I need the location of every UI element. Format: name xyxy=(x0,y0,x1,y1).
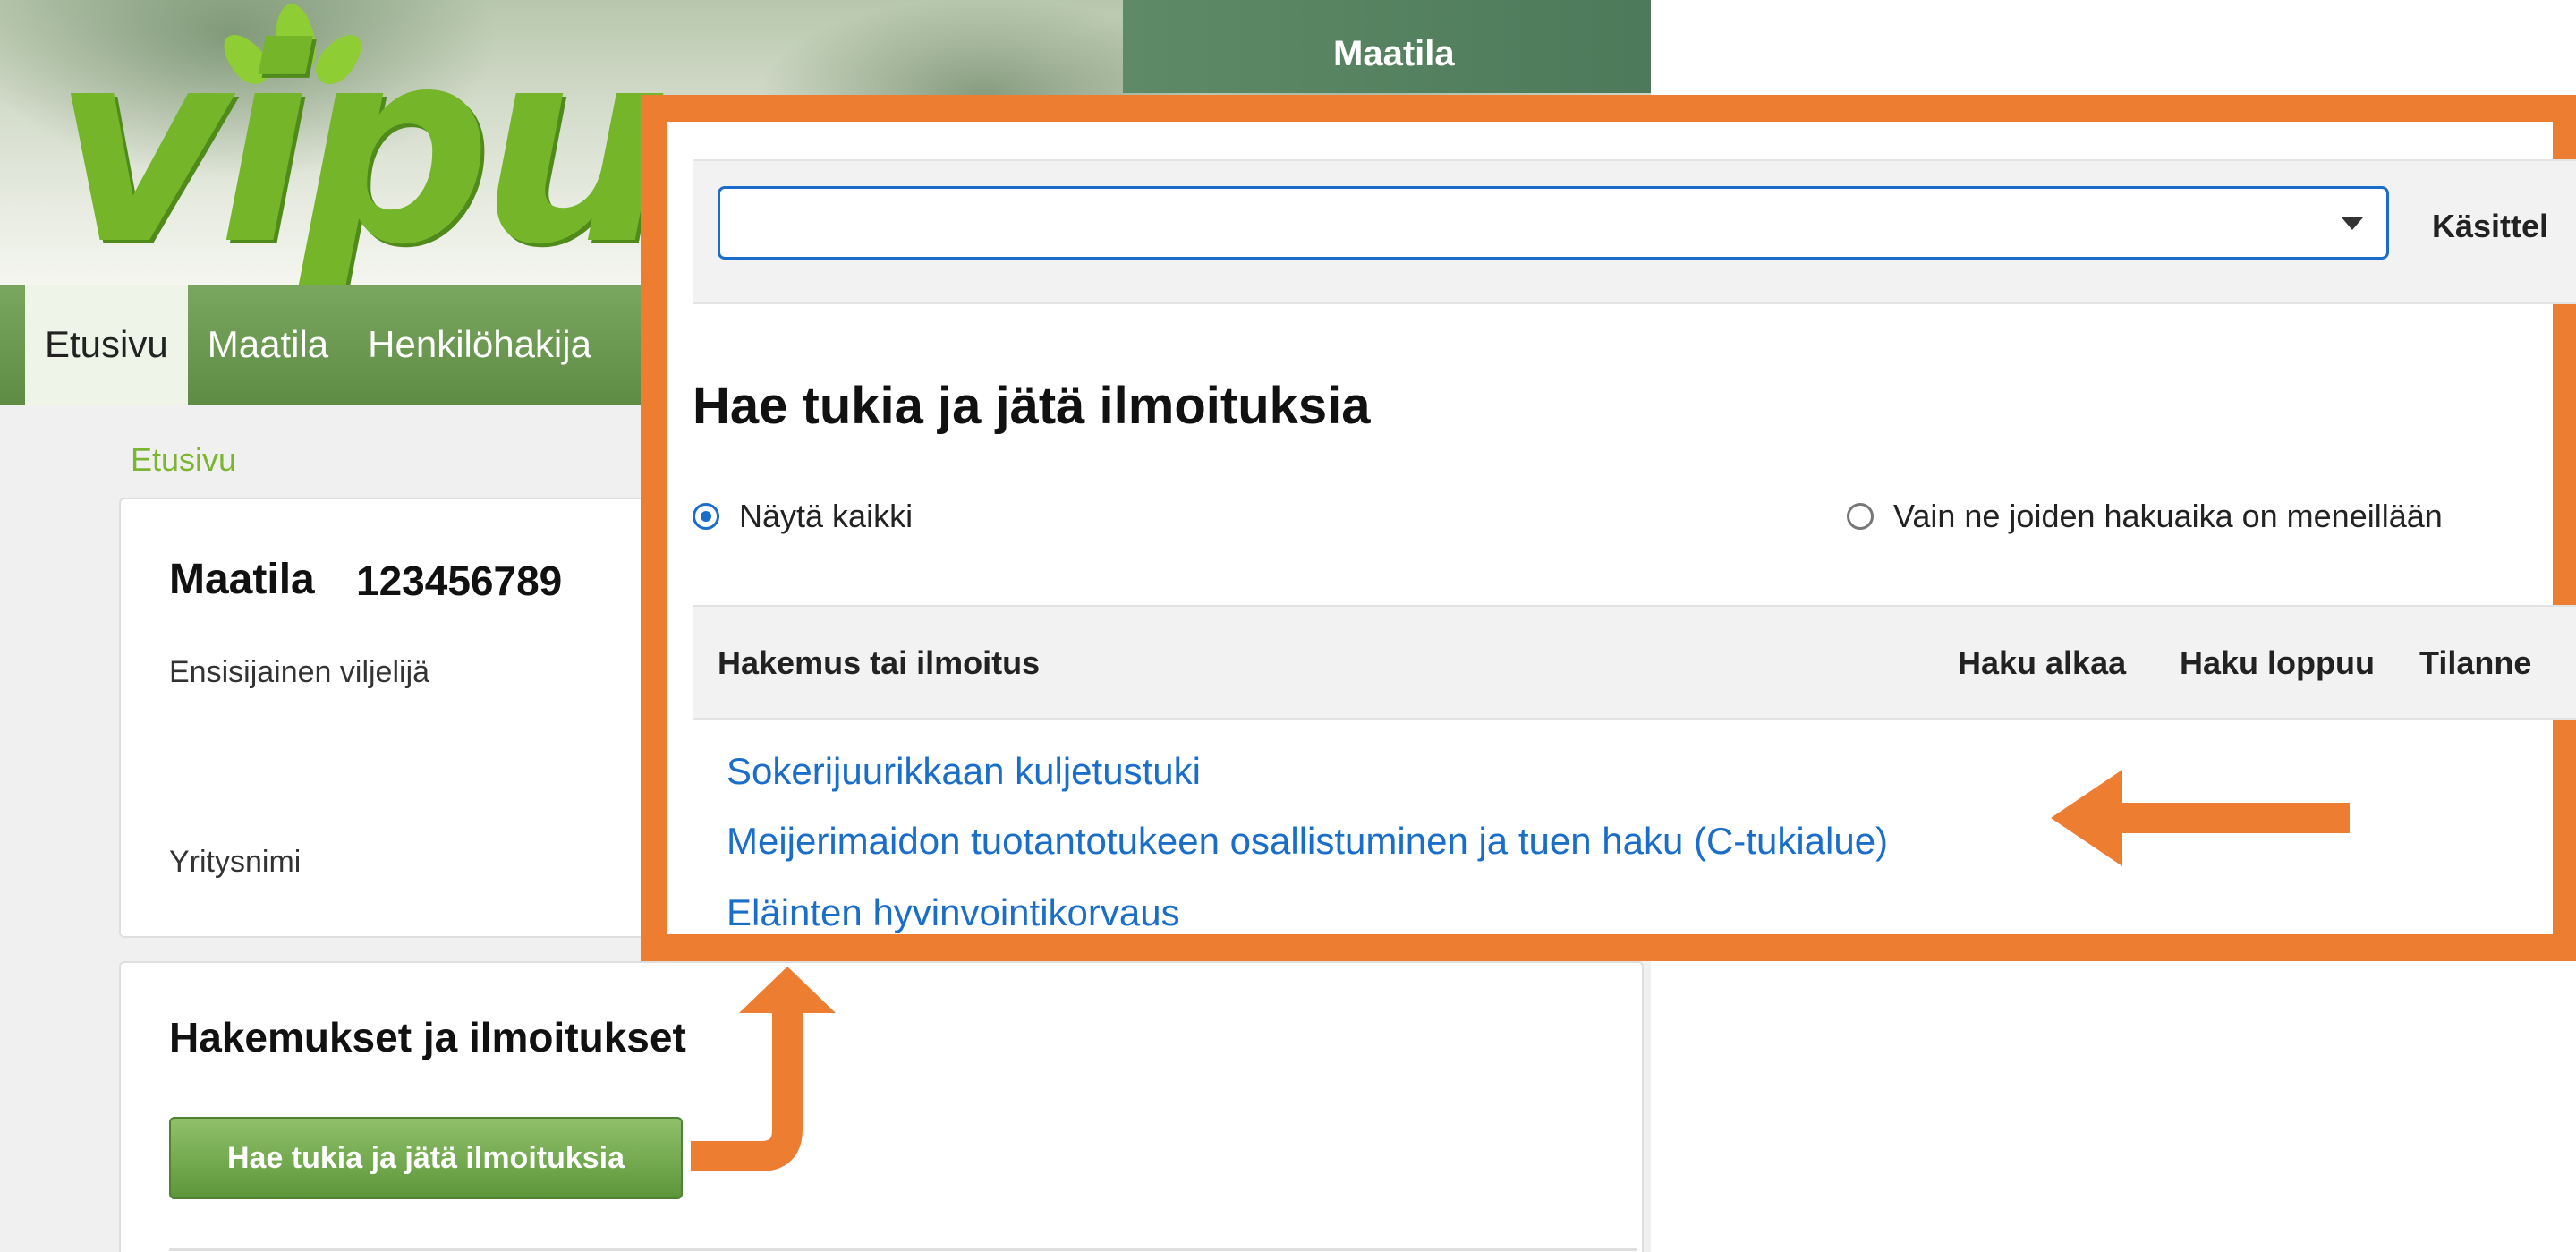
table-header: Hakemus tai ilmoitus Haku alkaa Haku lop… xyxy=(693,605,2576,720)
application-link[interactable]: Eläinten hyvinvointikorvaus xyxy=(727,891,1180,934)
application-link[interactable]: Sokerijuurikkaan kuljetustuki xyxy=(727,750,1201,793)
radio-open-only[interactable] xyxy=(1847,503,1874,530)
column-header-start[interactable]: Haku alkaa xyxy=(1958,644,2126,682)
application-type-select[interactable] xyxy=(718,186,2389,260)
chevron-down-icon[interactable] xyxy=(2342,217,2363,230)
application-link[interactable]: Meijerimaidon tuotantotukeen osallistumi… xyxy=(727,820,1888,863)
breadcrumb[interactable]: Etusivu xyxy=(131,441,236,479)
nav-item-etusivu[interactable]: Etusivu xyxy=(25,285,188,405)
filter-open-only[interactable]: Vain ne joiden hakuaika on meneillään xyxy=(1847,498,2443,535)
nav-item-henkilohakija[interactable]: Henkilöhakija xyxy=(348,285,611,405)
column-header-status[interactable]: Tilanne xyxy=(2419,644,2531,682)
nav-item-maatila[interactable]: Maatila xyxy=(188,285,348,405)
handling-label: Käsittel xyxy=(2432,208,2549,244)
farm-title: Maatila xyxy=(169,556,315,603)
logo-text: vipu xyxy=(54,0,672,303)
radio-label: Näytä kaikki xyxy=(739,498,914,534)
farm-id: 123456789 xyxy=(356,558,563,604)
apply-support-button[interactable]: Hae tukia ja jätä ilmoituksia xyxy=(169,1117,683,1199)
filter-bar: Käsittel xyxy=(693,159,2576,304)
filter-show-all[interactable]: Näytä kaikki xyxy=(693,498,913,535)
applications-title: Hakemukset ja ilmoitukset xyxy=(169,1014,686,1060)
applications-card: Hakemukset ja ilmoitukset Hae tukia ja j… xyxy=(119,961,1644,1252)
table-divider xyxy=(169,1248,1637,1251)
column-header-application[interactable]: Hakemus tai ilmoitus xyxy=(718,644,1040,682)
company-name-label: Yritysnimi xyxy=(169,845,302,879)
radio-label: Vain ne joiden hakuaika on meneillään xyxy=(1893,498,2443,534)
header-section-label: Maatila xyxy=(1333,34,1455,73)
column-header-end[interactable]: Haku loppuu xyxy=(2180,644,2375,682)
vipu-logo[interactable]: vipu xyxy=(54,0,672,303)
primary-farmer-label: Ensisijainen viljelijä xyxy=(169,655,430,689)
panel-title: Hae tukia ja jätä ilmoituksia xyxy=(693,377,1371,435)
zoomed-callout-panel: Käsittel Hae tukia ja jätä ilmoituksia N… xyxy=(641,95,2576,961)
radio-show-all[interactable] xyxy=(693,503,719,530)
